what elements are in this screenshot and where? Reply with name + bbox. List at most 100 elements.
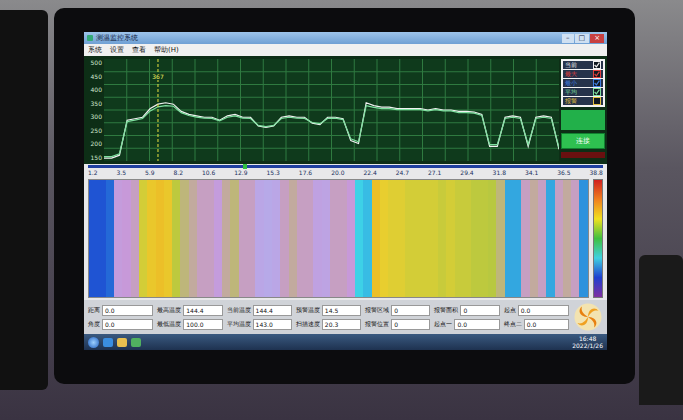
thermal-column: [355, 180, 363, 297]
thermal-column: [205, 180, 213, 297]
field-value[interactable]: 20.3: [322, 319, 361, 330]
field-value[interactable]: 100.0: [183, 319, 222, 330]
folder-icon[interactable]: [117, 338, 127, 347]
thermal-column: [579, 180, 587, 297]
browser-icon[interactable]: [103, 338, 113, 347]
legend-item[interactable]: 最小: [563, 79, 603, 87]
legend-label: 最小: [565, 79, 577, 87]
side-monitor: [0, 10, 48, 390]
connect-button[interactable]: 连接: [561, 133, 605, 149]
legend-item[interactable]: 当前: [563, 61, 603, 69]
menu-item[interactable]: 设置: [110, 45, 124, 55]
readout-field: 最低温度 100.0: [157, 319, 222, 330]
field-value[interactable]: 0.0: [102, 319, 153, 330]
window-control[interactable]: □: [575, 34, 590, 43]
y-tick: 200: [91, 140, 102, 147]
chart-canvas: [104, 59, 559, 161]
readout-field: 平均温度 143.0: [227, 319, 292, 330]
thermal-column: [305, 180, 313, 297]
legend-item[interactable]: 最大: [563, 70, 603, 78]
field-label: 报警位置: [365, 320, 389, 329]
thermal-column: [422, 180, 430, 297]
grid-line: [240, 59, 241, 161]
thermal-column: [156, 180, 164, 297]
field-value[interactable]: 0.0: [102, 305, 153, 316]
y-tick: 150: [91, 154, 102, 161]
thermal-column: [264, 180, 272, 297]
menu-item[interactable]: 系统: [88, 45, 102, 55]
legend-item[interactable]: 平均: [563, 88, 603, 96]
ruler-label: 17.6: [299, 169, 312, 176]
readout-field: 最高温度 144.4: [157, 305, 222, 316]
field-value[interactable]: 0: [391, 305, 430, 316]
color-scale: [593, 179, 603, 298]
thermal-column: [330, 180, 338, 297]
start-button-icon[interactable]: [88, 337, 99, 348]
thermal-column: [471, 180, 479, 297]
ruler-label: 1.2: [88, 169, 98, 176]
readout-field: 报警位置 0: [365, 319, 430, 330]
legend-label: 报警: [565, 97, 577, 105]
grid-line: [263, 59, 264, 161]
thermal-column: [530, 180, 538, 297]
field-value[interactable]: 0.0: [524, 319, 569, 330]
menu-item[interactable]: 查看: [132, 45, 146, 55]
chart-sidebar: 当前 最大 最小 平均 报警 连接: [561, 59, 605, 161]
screen: 测温监控系统 –□× 系统设置查看帮助(H) 50045040035030025…: [84, 32, 607, 350]
grid-line: [195, 59, 196, 161]
thermal-column: [247, 180, 255, 297]
grid-line: [308, 59, 309, 161]
field-value[interactable]: 0: [391, 319, 430, 330]
legend-checkbox[interactable]: [593, 97, 601, 105]
photo-scene: 测温监控系统 –□× 系统设置查看帮助(H) 50045040035030025…: [0, 0, 683, 420]
window-control[interactable]: –: [562, 34, 574, 43]
ruler-label: 34.1: [525, 169, 538, 176]
app-taskbar-icon[interactable]: [131, 338, 141, 347]
thermal-column: [388, 180, 396, 297]
field-value[interactable]: 0: [460, 305, 499, 316]
field-label: 平均温度: [227, 320, 251, 329]
thermal-column: [413, 180, 421, 297]
thermal-column: [197, 180, 205, 297]
legend-checkbox[interactable]: [593, 79, 601, 87]
legend-item[interactable]: 报警: [563, 97, 603, 105]
thermal-column: [139, 180, 147, 297]
ruler-labels: 1.23.55.98.210.612.915.317.620.022.424.7…: [88, 169, 603, 176]
thermal-column: [546, 180, 554, 297]
thermal-column: [496, 180, 504, 297]
ruler-label: 27.1: [428, 169, 441, 176]
readout-field: 距离 0.0: [88, 305, 153, 316]
ruler-label: 10.6: [202, 169, 215, 176]
field-value[interactable]: 144.4: [183, 305, 222, 316]
legend-label: 最大: [565, 70, 577, 78]
y-tick: 400: [91, 86, 102, 93]
field-value[interactable]: 0.0: [454, 319, 499, 330]
field-value[interactable]: 143.0: [253, 319, 292, 330]
grid-line: [513, 59, 514, 161]
thermal-column: [521, 180, 529, 297]
legend-checkbox[interactable]: [593, 88, 601, 96]
window-control[interactable]: ×: [590, 34, 604, 43]
ruler-label: 24.7: [396, 169, 409, 176]
ruler-thumb[interactable]: [243, 164, 247, 169]
thermal-column: [480, 180, 488, 297]
check-icon: [594, 71, 600, 77]
field-value[interactable]: 144.4: [253, 305, 292, 316]
check-icon: [594, 80, 600, 86]
legend-checkbox[interactable]: [593, 61, 601, 69]
thermal-column: [563, 180, 571, 297]
ruler-track[interactable]: [88, 165, 603, 168]
thermal-column: [189, 180, 197, 297]
legend-label: 当前: [565, 61, 577, 69]
field-value[interactable]: 0.0: [518, 305, 569, 316]
y-tick: 300: [91, 113, 102, 120]
plot-area: [104, 59, 559, 161]
thermal-column: [488, 180, 496, 297]
window-controls: –□×: [562, 34, 604, 43]
thermal-column: [363, 180, 371, 297]
field-value[interactable]: 14.5: [322, 305, 361, 316]
legend-checkbox[interactable]: [593, 70, 601, 78]
field-label: 终点二: [504, 320, 522, 329]
ruler-label: 3.5: [116, 169, 126, 176]
menu-item[interactable]: 帮助(H): [154, 45, 179, 55]
